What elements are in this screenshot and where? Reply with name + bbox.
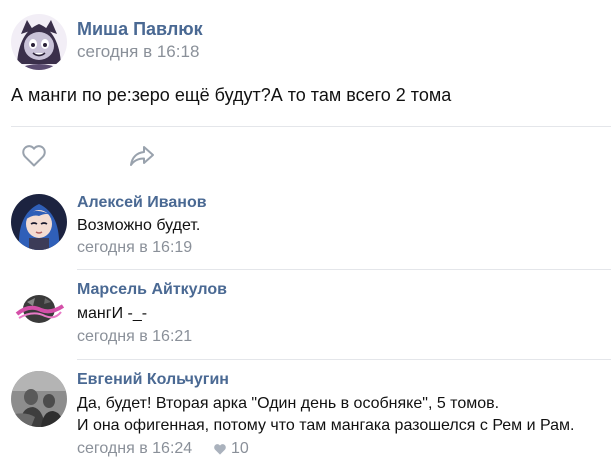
comment-text-line2: И она офигенная, потому что там мангака …: [77, 417, 575, 434]
comment-like-button[interactable]: [213, 443, 227, 461]
comment-date[interactable]: сегодня в 16:21: [77, 328, 192, 346]
comment-like-count: 10: [231, 440, 249, 457]
comment-item: Марсель Айткулов мангИ -_- сегодня в 16:…: [0, 270, 611, 360]
share-arrow-icon: [130, 146, 154, 166]
comment-date[interactable]: сегодня в 16:19: [77, 239, 192, 257]
post-author-name[interactable]: Миша Павлюк: [77, 19, 203, 40]
like-button[interactable]: [21, 144, 47, 168]
anime-character-avatar: [11, 14, 67, 70]
comment-date[interactable]: сегодня в 16:24: [77, 440, 192, 458]
post-text: А манги по ре:зеро ещё будут?А то там вс…: [11, 85, 452, 105]
anime-girl-avatar: [11, 194, 67, 250]
comment-author-avatar[interactable]: [11, 280, 67, 336]
comment-text: мангИ -_-: [77, 305, 148, 322]
comment-author-avatar[interactable]: [11, 371, 67, 427]
post-date[interactable]: сегодня в 16:18: [77, 42, 199, 62]
comment-author-name[interactable]: Алексей Иванов: [77, 194, 207, 212]
post-header: Миша Павлюк сегодня в 16:18: [0, 0, 611, 75]
comment-text-line1: Да, будет! Вторая арка "Один день в особ…: [77, 395, 500, 412]
comment-author-name[interactable]: Марсель Айткулов: [77, 281, 227, 299]
comment-author-avatar[interactable]: [11, 194, 67, 250]
comment-author-name[interactable]: Евгений Кольчугин: [77, 371, 229, 389]
post-author-avatar[interactable]: [11, 14, 67, 70]
comment-item: Евгений Кольчугин Да, будет! Вторая арка…: [0, 360, 611, 467]
heart-filled-icon: [214, 444, 226, 455]
wall-post-page: Миша Павлюк сегодня в 16:18 А манги по р…: [0, 0, 611, 467]
heart-icon: [22, 145, 46, 167]
logo-avatar: [11, 280, 67, 336]
post-divider: [11, 126, 611, 127]
comment-item: Алексей Иванов Возможно будет. сегодня в…: [0, 182, 611, 270]
share-button[interactable]: [129, 145, 155, 167]
comment-text: Возможно будет.: [77, 217, 201, 234]
photo-avatar: [11, 371, 67, 427]
